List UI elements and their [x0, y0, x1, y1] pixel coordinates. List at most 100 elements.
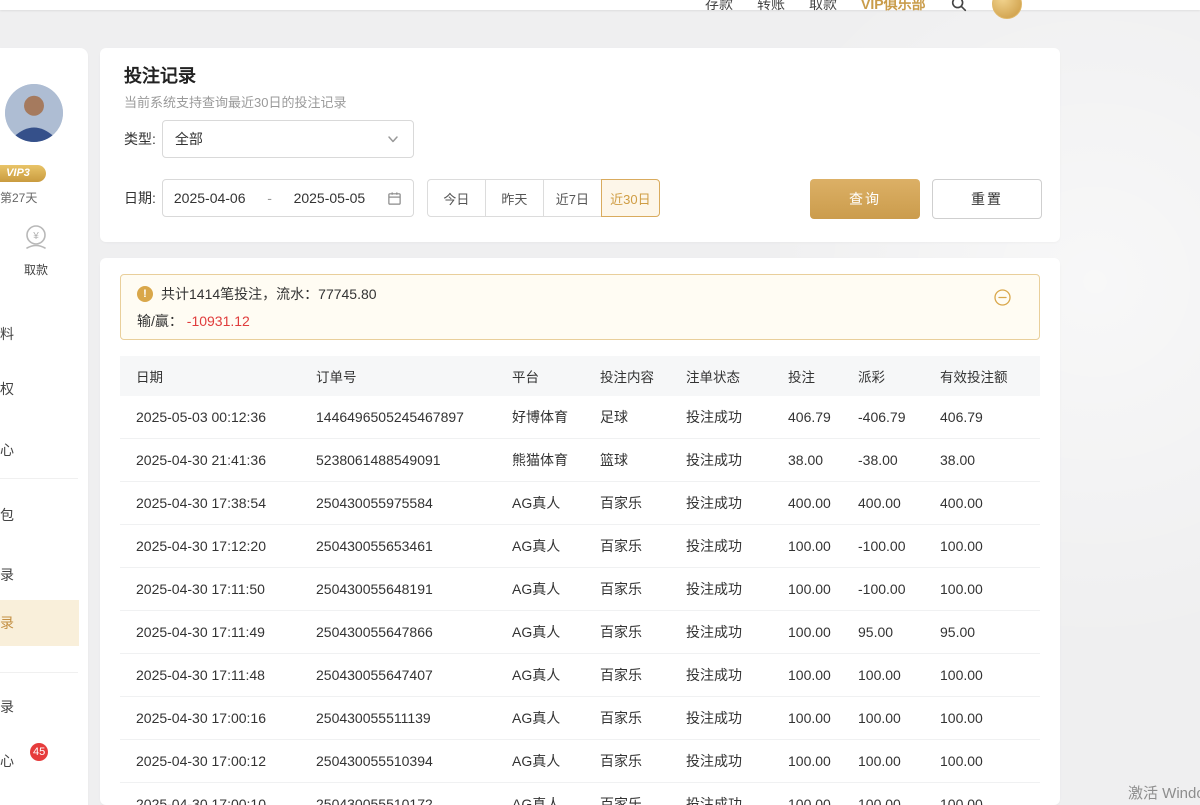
table-cell: 5238061488549091 — [300, 439, 496, 482]
membership-day-text: 第27天 — [0, 189, 37, 206]
table-cell: 250430055511139 — [300, 697, 496, 740]
quick-range-button[interactable]: 昨天 — [485, 179, 544, 217]
table-cell: 投注成功 — [670, 439, 772, 482]
table-cell: 100.00 — [772, 697, 842, 740]
table-cell: -38.00 — [842, 439, 924, 482]
table-cell: 100.00 — [924, 697, 1040, 740]
table-row[interactable]: 2025-04-30 17:00:16250430055511139AG真人百家… — [120, 697, 1040, 740]
quick-range-button[interactable]: 今日 — [427, 179, 486, 217]
table-cell: 2025-04-30 17:11:50 — [120, 568, 300, 611]
table-cell: 投注成功 — [670, 783, 772, 805]
table-row[interactable]: 2025-05-03 00:12:361446496505245467897好博… — [120, 396, 1040, 439]
table-cell: 投注成功 — [670, 396, 772, 439]
sidebar-item-label: 录 — [0, 565, 14, 585]
table-cell: 2025-04-30 17:38:54 — [120, 482, 300, 525]
column-header: 注单状态 — [670, 356, 772, 396]
table-cell: 250430055975584 — [300, 482, 496, 525]
topbar-nav-item[interactable]: 取款 — [809, 0, 837, 14]
table-cell: 2025-04-30 17:12:20 — [120, 525, 300, 568]
table-cell: 400.00 — [842, 482, 924, 525]
topbar-promo[interactable]: VIP俱乐部 — [861, 0, 926, 14]
search-icon[interactable] — [950, 0, 968, 13]
topbar-content: 存款 转账 取款 VIP俱乐部 — [705, 0, 1022, 18]
type-label: 类型: — [124, 129, 156, 149]
sidebar-item[interactable]: 录 — [0, 552, 79, 598]
topbar-nav-item[interactable]: 转账 — [757, 0, 785, 14]
sidebar-item[interactable]: 心 45 — [0, 738, 79, 784]
sidebar-item-label: 心 — [0, 751, 14, 771]
topbar-nav: 存款 转账 取款 — [705, 0, 837, 14]
type-select[interactable]: 全部 — [162, 120, 414, 158]
withdraw-shortcut[interactable]: ¥ 取款 — [0, 222, 72, 278]
reset-button[interactable]: 重置 — [932, 179, 1042, 219]
table-cell: 百家乐 — [584, 482, 670, 525]
table-cell: 2025-04-30 17:11:48 — [120, 654, 300, 697]
table-cell: 100.00 — [924, 654, 1040, 697]
notification-badge: 45 — [30, 743, 48, 761]
withdraw-label: 取款 — [0, 261, 72, 278]
table-cell: 2025-04-30 17:00:16 — [120, 697, 300, 740]
type-select-value: 全部 — [175, 129, 203, 149]
table-cell: 百家乐 — [584, 568, 670, 611]
quick-range-button[interactable]: 近7日 — [543, 179, 602, 217]
table-cell: 2025-04-30 17:00:12 — [120, 740, 300, 783]
table-cell: 100.00 — [924, 568, 1040, 611]
sidebar-item[interactable]: 料 — [0, 311, 79, 357]
table-cell: 投注成功 — [670, 740, 772, 783]
svg-text:¥: ¥ — [32, 231, 39, 242]
table-row[interactable]: 2025-04-30 17:00:10250430055510172AG真人百家… — [120, 783, 1040, 805]
type-filter-row: 类型: 全部 — [124, 120, 414, 158]
date-end-value: 2025-05-05 — [294, 190, 366, 206]
table-cell: AG真人 — [496, 740, 584, 783]
table-cell: 250430055510394 — [300, 740, 496, 783]
column-header: 日期 — [120, 356, 300, 396]
date-filter-row: 日期: 2025-04-06 - 2025-05-05 今日昨天近7日近30日 — [124, 179, 660, 217]
table-cell: 2025-04-30 17:00:10 — [120, 783, 300, 805]
sidebar-item[interactable]: 心 — [0, 427, 79, 473]
summary-turnover-value: 77745.80 — [318, 286, 376, 302]
table-cell: 100.00 — [772, 740, 842, 783]
sidebar-item-label: 录 — [0, 613, 14, 633]
table-cell: 38.00 — [924, 439, 1040, 482]
table-cell: 100.00 — [842, 740, 924, 783]
table-cell: 100.00 — [772, 654, 842, 697]
table-cell: 投注成功 — [670, 654, 772, 697]
page-subtitle: 当前系统支持查询最近30日的投注记录 — [124, 92, 346, 111]
date-separator: - — [267, 190, 272, 206]
page: 存款转账取款 VIP俱乐部 VIP3 第27天 ¥ — [0, 0, 1200, 805]
table-cell: 篮球 — [584, 439, 670, 482]
collapse-icon[interactable] — [994, 289, 1011, 306]
table-cell: 100.00 — [842, 783, 924, 805]
table-row[interactable]: 2025-04-30 17:00:12250430055510394AG真人百家… — [120, 740, 1040, 783]
date-range-input[interactable]: 2025-04-06 - 2025-05-05 — [162, 179, 414, 217]
sidebar-item[interactable]: 录 — [0, 684, 79, 730]
table-cell: 250430055647866 — [300, 611, 496, 654]
table-row[interactable]: 2025-04-30 17:11:49250430055647866AG真人百家… — [120, 611, 1040, 654]
withdraw-icon: ¥ — [21, 222, 51, 252]
table-cell: AG真人 — [496, 697, 584, 740]
table-row[interactable]: 2025-04-30 17:38:54250430055975584AG真人百家… — [120, 482, 1040, 525]
vip-badge: VIP3 — [0, 165, 46, 182]
profile-avatar[interactable] — [5, 84, 63, 142]
sidebar-item[interactable]: 录 — [0, 600, 79, 646]
summary-line2: 输/赢： -10931.12 — [137, 311, 1023, 331]
sidebar-item-label: 心 — [0, 440, 14, 460]
table-cell: 38.00 — [772, 439, 842, 482]
quick-range-button[interactable]: 近30日 — [601, 179, 660, 217]
table-row[interactable]: 2025-04-30 17:12:20250430055653461AG真人百家… — [120, 525, 1040, 568]
sidebar-item-label: 权 — [0, 379, 14, 399]
table-row[interactable]: 2025-04-30 21:41:365238061488549091熊猫体育篮… — [120, 439, 1040, 482]
search-button[interactable]: 查询 — [810, 179, 920, 219]
topbar-nav-item[interactable]: 存款 — [705, 0, 733, 14]
table-row[interactable]: 2025-04-30 17:11:48250430055647407AG真人百家… — [120, 654, 1040, 697]
table-cell: 100.00 — [924, 525, 1040, 568]
table-row[interactable]: 2025-04-30 17:11:50250430055648191AG真人百家… — [120, 568, 1040, 611]
table-cell: 2025-05-03 00:12:36 — [120, 396, 300, 439]
sidebar-item[interactable]: 包 — [0, 492, 79, 538]
table-cell: 100.00 — [924, 740, 1040, 783]
table-cell: 250430055510172 — [300, 783, 496, 805]
table-cell: 2025-04-30 17:11:49 — [120, 611, 300, 654]
table-cell: 400.00 — [772, 482, 842, 525]
sidebar-item[interactable]: 权 — [0, 366, 79, 412]
user-avatar[interactable] — [992, 0, 1022, 19]
